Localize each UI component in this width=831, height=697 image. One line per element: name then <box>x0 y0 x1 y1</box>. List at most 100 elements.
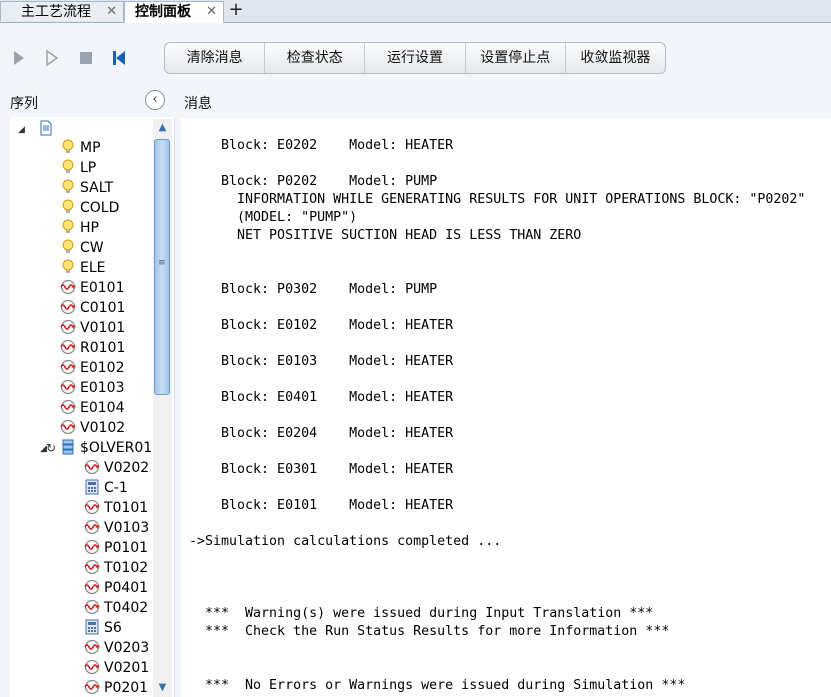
block-icon <box>84 519 100 535</box>
message-line: *** No Errors or Warnings were issued du… <box>189 678 686 693</box>
tree-item-c0101[interactable]: C0101 <box>60 298 125 318</box>
expand-toggle-icon[interactable]: ◢ <box>18 125 25 135</box>
tree-item-label: T0101 <box>104 500 149 516</box>
tree-item-root[interactable] <box>38 119 58 139</box>
step-icon[interactable] <box>45 50 59 66</box>
block-icon <box>84 459 100 475</box>
tree-item-v0101[interactable]: V0101 <box>60 318 125 338</box>
tree-item-salt[interactable]: SALT <box>60 178 113 198</box>
message-line: NET POSITIVE SUCTION HEAD IS LESS THAN Z… <box>189 228 582 243</box>
bulb-icon <box>60 219 76 235</box>
message-line: Block: E0202 Model: HEATER <box>189 138 454 153</box>
tree-item-p0201[interactable]: P0201 <box>84 678 148 697</box>
toolbar: 清除消息 检查状态 运行设置 设置停止点 收敛监视器 <box>0 23 831 89</box>
tab-label: 主工艺流程 <box>21 4 91 20</box>
tree-item-label: SALT <box>80 180 114 196</box>
tree-item-label: LP <box>80 160 97 176</box>
tree-item-c1[interactable]: C-1 <box>84 478 128 498</box>
message-line: *** Check the Run Status Results for mor… <box>189 624 670 639</box>
block-icon <box>84 539 100 555</box>
set-stop-point-button[interactable]: 设置停止点 <box>466 43 566 73</box>
control-button-group: 清除消息 检查状态 运行设置 设置停止点 收敛监视器 <box>164 42 666 74</box>
tree-item-v0103[interactable]: V0103 <box>84 518 149 538</box>
expand-toggle-icon[interactable]: ◢ <box>40 444 47 454</box>
sequence-tree: MP LP SALT COLD HP CW ELE E0101 C0101 V0101 R0101 E… <box>10 117 175 697</box>
tree-item-v0201[interactable]: V0201 <box>84 658 149 678</box>
calculator-icon <box>84 479 100 495</box>
block-icon <box>84 639 100 655</box>
tree-item-label: V0202 <box>104 460 150 476</box>
tree-item-cold[interactable]: COLD <box>60 198 119 218</box>
scroll-down-icon[interactable]: ▼ <box>153 679 172 697</box>
tree-item-label: CW <box>80 240 104 256</box>
run-settings-button[interactable]: 运行设置 <box>365 43 466 73</box>
tree-item-v0203[interactable]: V0203 <box>84 638 149 658</box>
check-status-button[interactable]: 检查状态 <box>265 43 366 73</box>
block-icon <box>60 379 76 395</box>
tree-item-cw[interactable]: CW <box>60 238 104 258</box>
refresh-icon: ↻ <box>46 441 57 455</box>
tree-item-t0102[interactable]: T0102 <box>84 558 148 578</box>
close-icon[interactable]: ✕ <box>106 2 117 22</box>
tree-item-v0202[interactable]: V0202 <box>84 458 149 478</box>
clear-messages-button[interactable]: 清除消息 <box>165 43 266 73</box>
block-icon <box>60 399 76 415</box>
messages-title: 消息 <box>184 96 212 112</box>
tree-item-label: V0203 <box>104 640 150 656</box>
tree-item-label: C0101 <box>80 300 126 316</box>
tree-item-e0103[interactable]: E0103 <box>60 378 124 398</box>
close-icon[interactable]: ✕ <box>206 2 217 22</box>
tree-item-s6[interactable]: S6 <box>84 618 122 638</box>
tree-item-t0402[interactable]: T0402 <box>84 598 148 618</box>
scroll-up-icon[interactable]: ▲ <box>153 119 172 137</box>
bulb-icon <box>60 179 76 195</box>
tab-strip: 主工艺流程 ✕ 控制面板 ✕ + <box>0 0 831 23</box>
message-line: Block: E0103 Model: HEATER <box>189 354 454 369</box>
message-line: Block: E0204 Model: HEATER <box>189 426 454 441</box>
convergence-monitor-button[interactable]: 收敛监视器 <box>566 43 665 73</box>
tree-item-label: E0102 <box>80 360 125 376</box>
tree-item-label: T0402 <box>104 600 149 616</box>
tree-item-p0401[interactable]: P0401 <box>84 578 148 598</box>
tree-item-label: V0201 <box>104 660 150 676</box>
block-icon <box>84 679 100 695</box>
stop-icon[interactable] <box>79 50 93 66</box>
tab-control-panel[interactable]: 控制面板 ✕ <box>124 1 224 23</box>
tree-item-t0101[interactable]: T0101 <box>84 498 148 518</box>
tree-item-e0102[interactable]: E0102 <box>60 358 124 378</box>
tree-item-label: $OLVER01 <box>80 440 153 456</box>
tree-item-label: MP <box>80 140 101 156</box>
message-line: Block: E0301 Model: HEATER <box>189 462 454 477</box>
tree-item-label: E0103 <box>80 380 125 396</box>
message-line: Block: E0102 Model: HEATER <box>189 318 454 333</box>
block-icon <box>60 279 76 295</box>
tree-item-hp[interactable]: HP <box>60 218 99 238</box>
tree-item-mp[interactable]: MP <box>60 138 101 158</box>
add-tab-icon[interactable]: + <box>227 0 245 20</box>
tree-item-v0102[interactable]: V0102 <box>60 418 125 438</box>
block-icon <box>60 359 76 375</box>
tree-item-ele[interactable]: ELE <box>60 258 106 278</box>
tree-item-e0104[interactable]: E0104 <box>60 398 124 418</box>
collapse-panel-button[interactable]: ‹ <box>145 90 165 110</box>
tree-item-p0101[interactable]: P0101 <box>84 538 148 558</box>
tree-item-label: P0101 <box>104 540 149 556</box>
tree-item-lp[interactable]: LP <box>60 158 96 178</box>
rewind-icon[interactable] <box>112 50 126 66</box>
messages-pane[interactable]: Block: E0202 Model: HEATER Block: P0202 … <box>181 118 831 697</box>
tree-item-label: V0102 <box>80 420 126 436</box>
sequence-panel-title: 序列 <box>10 96 38 112</box>
tree-scrollbar[interactable]: ▲ ≡ ▼ <box>153 119 172 697</box>
block-icon <box>60 419 76 435</box>
scrollbar-thumb[interactable]: ≡ <box>154 139 170 395</box>
tree-item-e0101[interactable]: E0101 <box>60 278 124 298</box>
play-icon[interactable] <box>12 50 26 66</box>
tree-item-label: C-1 <box>104 480 128 496</box>
sequence-panel-header: 序列 ‹ <box>0 89 178 116</box>
tree-item-label: T0102 <box>104 560 149 576</box>
tree-item-olver01[interactable]: ↻ $OLVER01 <box>46 438 153 458</box>
block-icon <box>84 499 100 515</box>
tree-item-r0101[interactable]: R0101 <box>60 338 125 358</box>
tab-main-flowsheet[interactable]: 主工艺流程 ✕ <box>0 1 124 21</box>
chevron-left-icon: ‹ <box>152 92 158 107</box>
